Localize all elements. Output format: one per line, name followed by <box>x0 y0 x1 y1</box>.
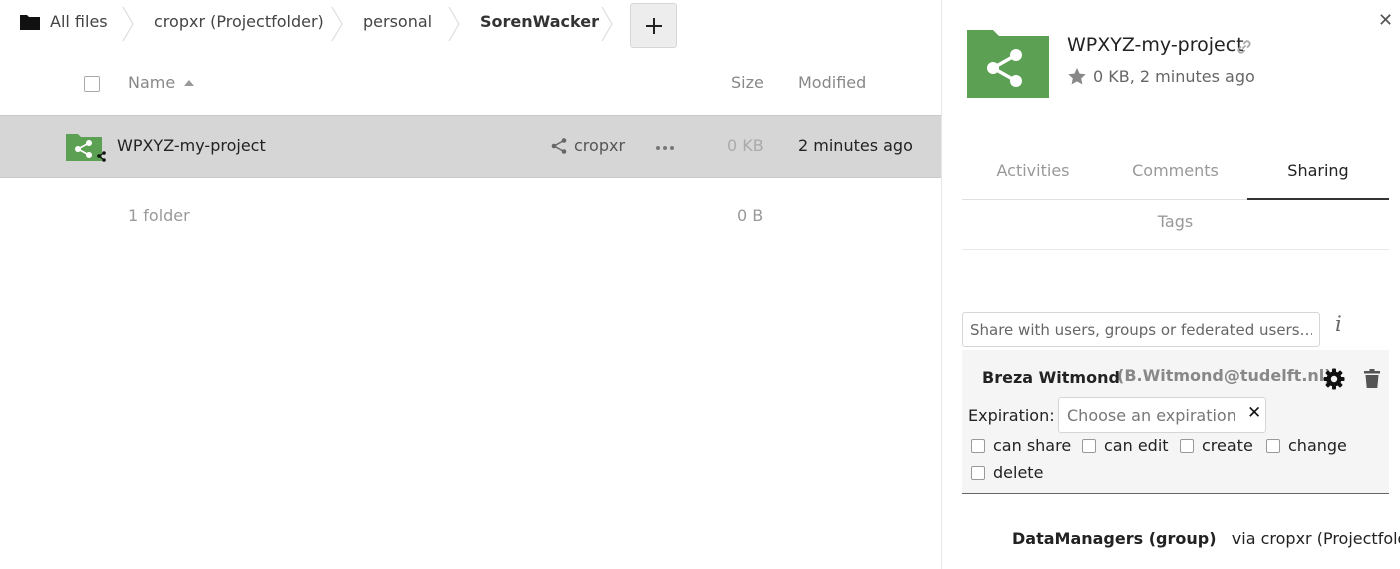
sidebar-tabs: Activities Comments Sharing <box>962 146 1389 200</box>
column-name[interactable]: Name <box>128 73 175 92</box>
summary-size: 0 B <box>737 206 764 225</box>
permission-label: can share <box>993 436 1072 455</box>
file-modified: 2 minutes ago <box>798 136 913 155</box>
add-new-button[interactable] <box>630 3 677 48</box>
permission-delete[interactable]: delete <box>971 463 1043 482</box>
inherited-share: DataManagers (group) via cropxr (Project… <box>1012 529 1400 548</box>
favorite-star-icon[interactable] <box>1067 67 1087 86</box>
tab-tags[interactable]: Tags <box>962 200 1389 250</box>
files-panel: All files cropxr (Projectfolder) persona… <box>0 0 941 569</box>
sidebar-meta-text: 0 KB, 2 minutes ago <box>1093 67 1255 86</box>
share-icon <box>551 137 567 154</box>
breadcrumb-projectfolder[interactable]: cropxr (Projectfolder) <box>154 12 324 31</box>
info-icon[interactable]: i <box>1335 312 1342 336</box>
share-action[interactable]: cropxr <box>550 136 625 155</box>
breadcrumb: All files cropxr (Projectfolder) persona… <box>0 0 941 48</box>
share-search-input[interactable] <box>962 312 1320 347</box>
breadcrumb-current[interactable]: SorenWacker <box>480 12 599 31</box>
home-folder-icon[interactable] <box>20 14 40 34</box>
select-all-checkbox[interactable] <box>84 76 100 92</box>
table-row[interactable]: WPXYZ-my-project cropxr 0 KB 2 minutes a… <box>0 115 941 178</box>
checkbox[interactable] <box>1180 438 1194 453</box>
more-actions-icon[interactable] <box>656 146 674 150</box>
breadcrumb-separator <box>600 5 614 43</box>
share-entry: Breza Witmond (B.Witmond@tudelft.nl) Exp… <box>962 350 1389 494</box>
checkbox[interactable] <box>1266 438 1280 453</box>
breadcrumb-personal[interactable]: personal <box>363 12 432 31</box>
breadcrumb-separator <box>447 5 461 43</box>
permission-can-edit[interactable]: can edit <box>1082 436 1169 455</box>
shared-folder-icon <box>66 132 108 170</box>
trash-icon[interactable] <box>1364 369 1380 392</box>
share-owner: cropxr <box>574 136 626 155</box>
expiration-date-input[interactable]: Choose an expiration date ✕ <box>1058 397 1266 433</box>
tab-comments[interactable]: Comments <box>1104 146 1247 199</box>
details-sidebar: ✕ WPXYZ-my-project 0 KB, 2 minutes ago A… <box>941 0 1400 569</box>
shared-folder-thumbnail-icon <box>967 26 1049 98</box>
sharee-email: (B.Witmond@tudelft.nl) <box>1117 366 1332 385</box>
permission-label: delete <box>993 463 1044 482</box>
summary-count: 1 folder <box>128 206 190 225</box>
sort-ascending-icon <box>184 80 194 86</box>
expiration-placeholder: Choose an expiration date <box>1067 406 1235 425</box>
link-icon[interactable] <box>1235 38 1253 60</box>
gear-icon[interactable] <box>1323 368 1345 394</box>
permission-label: can edit <box>1104 436 1169 455</box>
file-size: 0 KB <box>727 136 764 155</box>
breadcrumb-all-files[interactable]: All files <box>50 12 108 31</box>
checkbox[interactable] <box>971 465 985 480</box>
tab-sharing[interactable]: Sharing <box>1247 146 1389 200</box>
sidebar-title: WPXYZ-my-project <box>1067 34 1244 56</box>
permission-can-share[interactable]: can share <box>971 436 1071 455</box>
permission-create[interactable]: create <box>1180 436 1253 455</box>
tab-activities[interactable]: Activities <box>962 146 1104 199</box>
sharee-name: Breza Witmond <box>982 368 1120 387</box>
sidebar-meta: 0 KB, 2 minutes ago <box>1067 67 1255 86</box>
breadcrumb-separator <box>330 5 344 43</box>
inherited-share-name: DataManagers (group) <box>1012 529 1217 548</box>
permission-label: create <box>1202 436 1253 455</box>
file-list-header: Name Size Modified <box>0 60 941 104</box>
file-list-summary: 1 folder 0 B <box>0 196 941 236</box>
column-size[interactable]: Size <box>731 73 764 92</box>
clear-expiration-icon[interactable]: ✕ <box>1247 403 1261 423</box>
plus-icon <box>645 17 662 34</box>
expiration-label: Expiration: <box>968 406 1055 425</box>
inherited-share-via: via cropxr (Projectfolder) <box>1231 529 1400 548</box>
close-icon[interactable]: ✕ <box>1378 10 1393 31</box>
file-name[interactable]: WPXYZ-my-project <box>117 136 266 155</box>
permission-label: change <box>1288 436 1347 455</box>
checkbox[interactable] <box>971 438 985 453</box>
breadcrumb-separator <box>121 5 135 43</box>
checkbox[interactable] <box>1082 438 1096 453</box>
column-modified[interactable]: Modified <box>798 73 866 92</box>
permission-change[interactable]: change <box>1266 436 1347 455</box>
